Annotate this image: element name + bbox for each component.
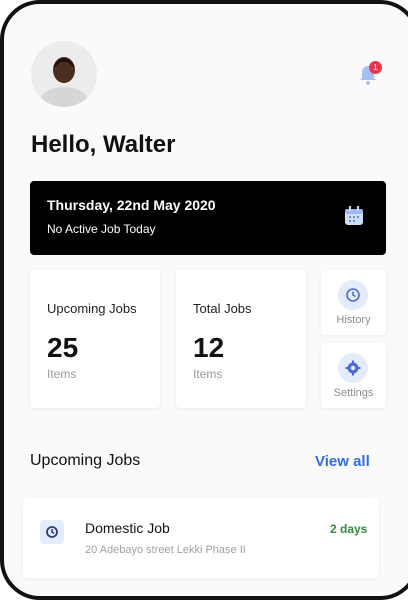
today-date: Thursday, 22nd May 2020 [47,197,216,213]
upcoming-section-title: Upcoming Jobs [30,452,141,469]
upcoming-jobs-card[interactable]: Upcoming Jobs 25 Items [30,270,160,408]
job-time-left: 2 days [330,522,368,536]
total-jobs-unit: Items [193,367,223,381]
today-status: No Active Job Today [47,222,156,236]
history-label: History [336,314,371,326]
upcoming-jobs-label: Upcoming Jobs [47,301,137,316]
upcoming-jobs-count: 25 [47,332,79,363]
avatar[interactable] [31,41,97,107]
view-all-link[interactable]: View all [315,453,370,470]
history-button[interactable]: History [321,270,386,335]
upcoming-jobs-unit: Items [47,367,77,381]
total-jobs-label: Total Jobs [193,301,252,316]
clock-icon [338,280,368,310]
total-jobs-count: 12 [193,332,225,363]
today-card[interactable]: Thursday, 22nd May 2020 No Active Job To… [30,181,386,255]
profile-photo [31,41,97,107]
greeting-title: Hello, Walter [31,131,176,158]
total-jobs-card[interactable]: Total Jobs 12 Items [176,270,306,408]
settings-label: Settings [333,387,374,399]
gear-icon [338,353,368,383]
calendar-icon[interactable] [343,205,365,227]
clock-icon [40,520,64,544]
settings-button[interactable]: Settings [321,343,386,408]
notification-badge: 1 [369,61,382,74]
job-card[interactable]: Domestic Job 2 days 20 Adebayo street Le… [23,498,379,578]
job-address: 20 Adebayo street Lekki Phase II [85,544,246,556]
job-title: Domestic Job [85,520,170,536]
